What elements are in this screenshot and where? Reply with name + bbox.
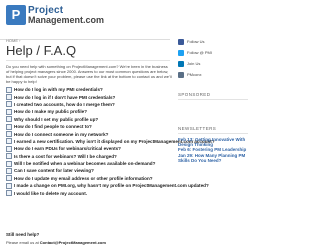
newsletter-link[interactable]: Feb 13: Getting Innovative With Design T… bbox=[178, 137, 248, 147]
faq-item[interactable]: How do I connect someone in my network? bbox=[6, 130, 172, 138]
facebook-icon bbox=[178, 38, 184, 45]
faq-item[interactable]: How do I log in with my PMI credentials? bbox=[6, 86, 172, 93]
faq-question: Why should I set my public profile up? bbox=[14, 116, 99, 122]
faq-item[interactable]: How do I make my public profile? bbox=[6, 108, 172, 115]
expand-icon bbox=[6, 138, 12, 145]
expand-icon bbox=[6, 190, 12, 197]
contact-email-link[interactable]: Contact@ProjectManagement.com bbox=[40, 240, 106, 245]
logo-badge: P bbox=[6, 5, 26, 25]
faq-item[interactable]: I made a change on PMI.org, why hasn’t m… bbox=[6, 182, 209, 189]
faq-item[interactable]: I would like to delete my account. bbox=[6, 189, 172, 197]
intro-text: Do you need help with something on Proje… bbox=[6, 64, 172, 84]
faq-item[interactable]: Is there a cost for webinars? Will I be … bbox=[6, 153, 172, 160]
faq-question: Will I be notified when a webinar become… bbox=[14, 161, 156, 167]
newsletter-list: Feb 13: Getting Innovative With Design T… bbox=[178, 137, 248, 163]
newsletter-link[interactable]: Jan 29: How Many Planning PM Skills Do Y… bbox=[178, 153, 248, 163]
expand-icon bbox=[6, 116, 12, 123]
social-link-twitter[interactable]: Follow @ PMI bbox=[178, 47, 248, 58]
expand-icon bbox=[6, 153, 12, 160]
top-nav-bar bbox=[0, 33, 170, 40]
title-divider bbox=[6, 60, 170, 61]
faq-question: Is there a cost for webinars? Will I be … bbox=[14, 153, 117, 159]
faq-item[interactable]: How do I find people to connect to? bbox=[6, 123, 172, 130]
expand-icon bbox=[6, 175, 12, 182]
faq-item[interactable]: I created two accounts, how do I merge t… bbox=[6, 101, 172, 108]
social-links: Follow Us Follow @ PMI Join Us PMconx bbox=[178, 36, 248, 80]
page-title: Help / F.A.Q bbox=[6, 43, 77, 58]
faq-item[interactable]: I earned a new certification. Why isn’t … bbox=[6, 138, 215, 145]
newsletter-link[interactable]: Feb 6: Fostering PM Leadership bbox=[178, 147, 248, 152]
expand-icon bbox=[6, 86, 12, 93]
sponsored-heading: SPONSORED bbox=[178, 92, 248, 100]
faq-question: How do I log in if I don’t have PMI cred… bbox=[14, 94, 116, 100]
faq-question: How do I log in with my PMI credentials? bbox=[14, 87, 103, 93]
expand-icon bbox=[6, 160, 12, 167]
faq-question: How do I make my public profile? bbox=[14, 109, 87, 115]
expand-icon bbox=[6, 123, 12, 130]
faq-item[interactable]: Can I save content for later viewing? bbox=[6, 167, 172, 174]
sidebar: Follow Us Follow @ PMI Join Us PMconx SP… bbox=[178, 0, 250, 250]
expand-icon bbox=[6, 101, 12, 108]
still-need-help-heading: Still need help? bbox=[6, 232, 40, 237]
social-link-facebook[interactable]: Follow Us bbox=[178, 36, 248, 47]
newsletters-heading: NEWSLETTERS bbox=[178, 126, 248, 134]
linkedin-icon bbox=[178, 60, 184, 67]
expand-icon bbox=[6, 131, 12, 138]
twitter-icon bbox=[178, 49, 184, 56]
faq-item[interactable]: Why should I set my public profile up? bbox=[6, 116, 172, 123]
logo-line-2: Management.com bbox=[28, 14, 105, 25]
social-label: Join Us bbox=[187, 61, 201, 66]
logo-wordmark: Project Management.com bbox=[28, 4, 105, 25]
contact-prefix: Please email us at bbox=[6, 240, 40, 245]
expand-icon bbox=[6, 182, 12, 189]
expand-icon bbox=[6, 145, 12, 152]
expand-icon bbox=[6, 167, 12, 174]
expand-icon bbox=[6, 94, 12, 101]
social-label: Follow @ PMI bbox=[187, 50, 212, 55]
faq-item[interactable]: Will I be notified when a webinar become… bbox=[6, 160, 172, 167]
faq-item[interactable]: How do I log in if I don’t have PMI cred… bbox=[6, 93, 172, 101]
contact-line: Please email us at Contact@ProjectManage… bbox=[6, 240, 106, 245]
faq-list: How do I log in with my PMI credentials?… bbox=[6, 86, 215, 197]
faq-question: Can I save content for later viewing? bbox=[14, 168, 94, 174]
pmconx-icon bbox=[178, 71, 184, 78]
social-label: PMconx bbox=[187, 72, 202, 77]
faq-question: How do I earn PDUs for webinars/critical… bbox=[14, 146, 121, 152]
social-link-pmconx[interactable]: PMconx bbox=[178, 69, 248, 80]
logo-line-1: Project bbox=[28, 4, 64, 16]
faq-question: I would like to delete my account. bbox=[14, 190, 88, 196]
faq-item[interactable]: How do I update my email address or othe… bbox=[6, 175, 172, 182]
faq-question: I created two accounts, how do I merge t… bbox=[14, 101, 115, 107]
social-link-linkedin[interactable]: Join Us bbox=[178, 58, 248, 69]
social-label: Follow Us bbox=[187, 39, 205, 44]
faq-item[interactable]: How do I earn PDUs for webinars/critical… bbox=[6, 145, 172, 152]
faq-question: How do I find people to connect to? bbox=[14, 124, 92, 130]
faq-question: How do I connect someone in my network? bbox=[14, 131, 109, 137]
faq-question: How do I update my email address or othe… bbox=[14, 175, 153, 181]
site-logo[interactable]: P Project Management.com bbox=[6, 4, 104, 26]
expand-icon bbox=[6, 108, 12, 115]
